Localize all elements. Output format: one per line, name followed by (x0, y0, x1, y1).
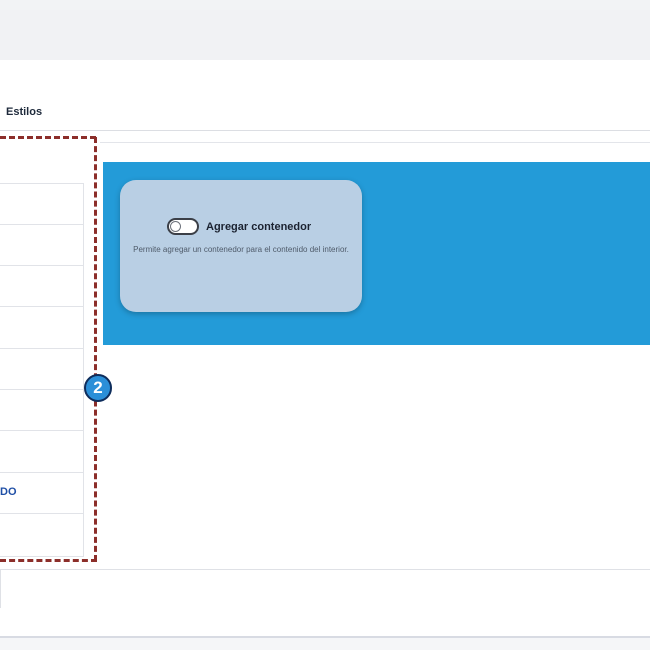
list-row-divider (0, 472, 83, 473)
toggle-switch[interactable] (167, 218, 199, 235)
footer-divider (0, 569, 650, 570)
callout-border-top (0, 136, 96, 139)
callout-border-right (94, 137, 97, 561)
left-options-panel (0, 183, 84, 557)
callout-border-bottom (0, 559, 97, 562)
list-row-divider (0, 513, 83, 514)
toggle-knob (170, 221, 181, 232)
list-item-link[interactable]: DO (0, 486, 17, 498)
option-card: Agregar contenedor Permite agregar un co… (120, 180, 362, 312)
top-strip (0, 0, 650, 10)
content-divider (100, 142, 650, 143)
list-row-divider (0, 430, 83, 431)
tab-estilos[interactable]: Estilos (6, 106, 42, 118)
list-row-divider (0, 224, 83, 225)
footer-strip (0, 638, 650, 650)
list-row-divider (0, 348, 83, 349)
list-row-divider (0, 306, 83, 307)
list-row-divider (0, 265, 83, 266)
footer-edge (0, 570, 1, 608)
toggle-label: Agregar contenedor (206, 221, 312, 233)
list-row-divider (0, 389, 83, 390)
tab-row (0, 60, 650, 131)
option-description: Permite agregar un contenedor para el co… (133, 245, 349, 254)
callout-number-badge: 2 (84, 374, 112, 402)
header-bar (0, 10, 650, 60)
